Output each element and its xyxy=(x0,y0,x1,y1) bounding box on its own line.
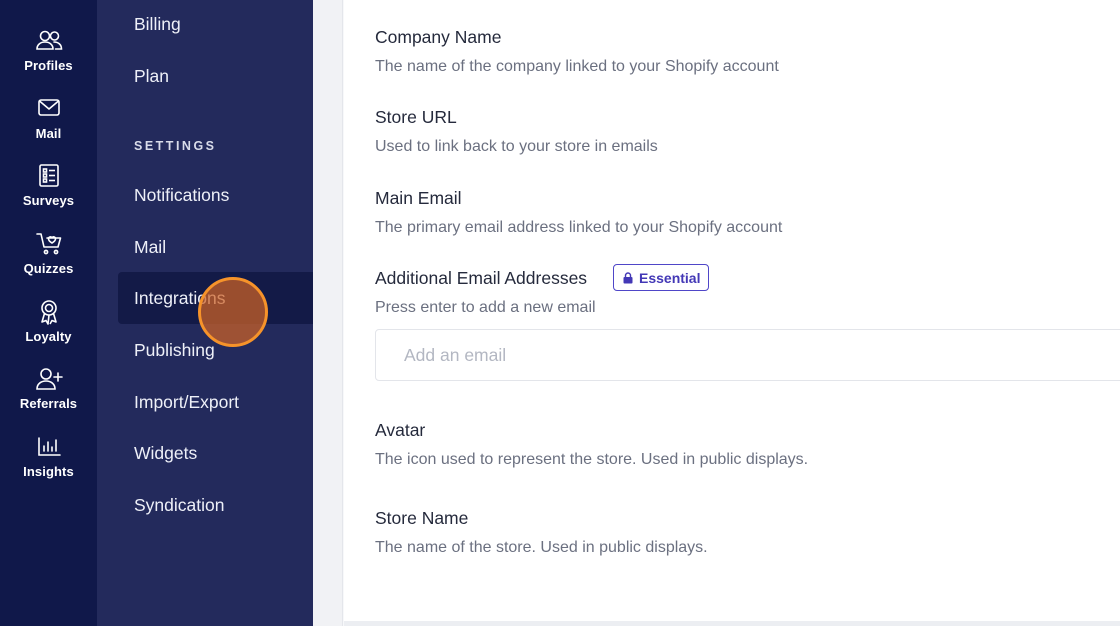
main-email-label: Main Email xyxy=(375,188,462,208)
rail-item-profiles[interactable]: Profiles xyxy=(0,28,97,84)
envelope-icon xyxy=(37,99,60,116)
rail-item-insights[interactable]: Insights xyxy=(0,434,97,490)
sidebar-item-widgets[interactable]: Widgets xyxy=(118,427,313,479)
rail-label: Referrals xyxy=(19,396,78,411)
avatar-description: The icon used to represent the store. Us… xyxy=(375,451,809,468)
sidebar-section-heading: SETTINGS xyxy=(134,139,217,153)
rail-item-referrals[interactable]: Referrals xyxy=(0,366,97,422)
store-name-label: Store Name xyxy=(375,508,469,528)
sidebar-item-label: Syndication xyxy=(134,494,225,515)
main-email-description: The primary email address linked to your… xyxy=(375,219,783,236)
app-window: Profiles Mail Surveys Quizzes Loyalty Re… xyxy=(0,0,1120,626)
store-settings-form: Company Name The name of the company lin… xyxy=(344,0,1120,621)
award-ribbon-icon xyxy=(40,300,57,325)
rail-label: Surveys xyxy=(22,193,75,208)
cart-heart-icon xyxy=(35,233,61,255)
additional-emails-description: Press enter to add a new email xyxy=(375,299,596,316)
rail-label: Quizzes xyxy=(23,261,74,276)
sidebar-item-syndication[interactable]: Syndication xyxy=(118,479,313,531)
sidebar-item-billing[interactable]: Billing xyxy=(118,0,313,50)
sidebar-item-publishing[interactable]: Publishing xyxy=(118,324,313,376)
rail-label: Loyalty xyxy=(25,329,72,344)
sidebar-item-label: Import/Export xyxy=(134,391,240,412)
users-icon xyxy=(35,30,62,50)
additional-emails-label: Additional Email Addresses xyxy=(375,268,588,288)
add-email-input[interactable] xyxy=(375,329,1120,381)
store-url-label: Store URL xyxy=(375,107,457,127)
rail-item-loyalty[interactable]: Loyalty xyxy=(0,299,97,355)
rail-label: Profiles xyxy=(24,58,73,73)
sidebar-item-label: Plan xyxy=(134,65,170,86)
rail-label: Mail xyxy=(35,126,62,141)
sidebar-item-label: Publishing xyxy=(134,339,215,360)
sidebar-item-integrations[interactable]: Integrations xyxy=(118,272,313,324)
sidebar-item-label: Billing xyxy=(134,13,181,34)
essential-plan-badge: Essential xyxy=(613,264,710,291)
store-url-description: Used to link back to your store in email… xyxy=(375,138,658,155)
survey-list-icon xyxy=(38,164,59,187)
sidebar-item-import-export[interactable]: Import/Export xyxy=(118,376,313,428)
primary-nav-rail: Profiles Mail Surveys Quizzes Loyalty Re… xyxy=(0,0,97,626)
sidebar-item-label: Integrations xyxy=(134,287,226,308)
user-plus-icon xyxy=(35,368,63,390)
badge-label: Essential xyxy=(639,269,701,286)
lock-icon xyxy=(623,271,633,283)
sidebar-item-notifications[interactable]: Notifications xyxy=(118,169,313,221)
company-name-description: The name of the company linked to your S… xyxy=(375,58,779,75)
avatar-label: Avatar xyxy=(375,420,426,440)
sidebar-item-plan[interactable]: Plan xyxy=(118,50,313,102)
sidebar-item-label: Mail xyxy=(134,236,167,257)
company-name-label: Company Name xyxy=(375,27,502,47)
bottom-divider xyxy=(344,621,1120,626)
rail-label: Insights xyxy=(23,464,74,479)
sidebar-item-mail[interactable]: Mail xyxy=(118,221,313,273)
content-gutter xyxy=(313,0,343,626)
rail-item-quizzes[interactable]: Quizzes xyxy=(0,231,97,287)
rail-item-surveys[interactable]: Surveys xyxy=(0,163,97,219)
bar-chart-icon xyxy=(37,437,61,456)
sidebar-item-label: Widgets xyxy=(134,442,198,463)
rail-item-mail[interactable]: Mail xyxy=(0,96,97,152)
store-name-description: The name of the store. Used in public di… xyxy=(375,539,708,556)
sidebar-item-label: Notifications xyxy=(134,184,230,205)
